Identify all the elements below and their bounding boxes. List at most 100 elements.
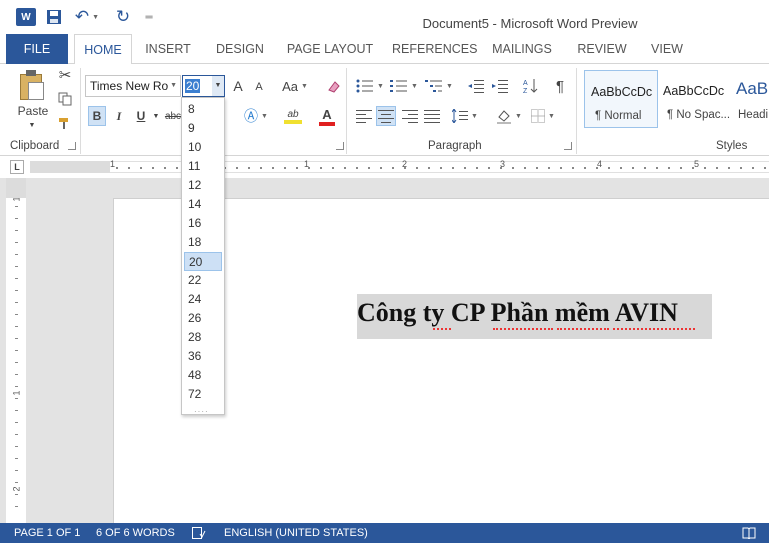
- cut-icon[interactable]: ✂: [56, 66, 74, 84]
- paste-button[interactable]: Paste: [16, 104, 50, 118]
- ruler-tick: [476, 167, 478, 169]
- font-size-option-selected[interactable]: 20: [184, 252, 222, 271]
- font-size-option[interactable]: 16: [184, 214, 222, 233]
- tab-view[interactable]: VIEW: [646, 34, 688, 64]
- page-count-status[interactable]: PAGE 1 OF 1: [14, 523, 80, 543]
- ruler-tick: [15, 242, 18, 243]
- clipboard-launcher-icon[interactable]: [68, 142, 76, 150]
- font-size-option[interactable]: 10: [184, 138, 222, 157]
- grow-font-button[interactable]: A: [230, 76, 246, 96]
- strikethrough-button[interactable]: abc: [164, 106, 182, 126]
- font-color-button[interactable]: A: [312, 106, 342, 126]
- ruler-tick: [560, 167, 562, 169]
- ruler-tick: [164, 167, 166, 169]
- ruler-tick: [344, 167, 346, 169]
- tab-design[interactable]: DESIGN: [212, 34, 268, 64]
- font-size-option[interactable]: 36: [184, 347, 222, 366]
- align-left-icon[interactable]: [354, 106, 374, 126]
- clear-formatting-icon[interactable]: [324, 76, 344, 96]
- paste-dropdown-icon[interactable]: ▼: [26, 120, 38, 130]
- spelling-squiggle: [557, 327, 609, 330]
- tab-page-layout[interactable]: PAGE LAYOUT: [284, 34, 376, 64]
- tab-selector-icon[interactable]: L: [10, 160, 24, 174]
- ruler-tick: [272, 167, 274, 169]
- font-size-option[interactable]: 18: [184, 233, 222, 252]
- bold-button[interactable]: B: [88, 106, 106, 126]
- font-size-option[interactable]: 8: [184, 100, 222, 119]
- proofing-icon[interactable]: [192, 523, 206, 543]
- align-right-icon[interactable]: [400, 106, 420, 126]
- multilevel-list-icon[interactable]: ▼: [424, 76, 454, 96]
- font-size-option[interactable]: 26: [184, 309, 222, 328]
- redo-icon[interactable]: ↻: [114, 7, 132, 26]
- font-size-combobox[interactable]: 20 ▼: [182, 75, 225, 97]
- style-heading[interactable]: AaB Headi: [730, 70, 769, 128]
- font-size-option[interactable]: 22: [184, 271, 222, 290]
- ruler-tick: [15, 422, 18, 423]
- justify-icon[interactable]: [422, 106, 442, 126]
- tab-file[interactable]: FILE: [6, 34, 68, 64]
- selected-text-highlight[interactable]: Công ty CP Phần mềm AVIN: [357, 294, 712, 339]
- tab-review[interactable]: REVIEW: [574, 34, 630, 64]
- style-normal[interactable]: AaBbCcDc ¶ Normal: [584, 70, 658, 128]
- font-launcher-icon[interactable]: [336, 142, 344, 150]
- save-icon[interactable]: [46, 8, 62, 26]
- numbering-icon[interactable]: ▼: [390, 76, 418, 96]
- tab-references[interactable]: REFERENCES: [392, 34, 477, 64]
- group-separator: [346, 68, 347, 154]
- ruler-tick: [15, 206, 18, 207]
- shading-icon[interactable]: ▼: [494, 106, 524, 126]
- language-status[interactable]: ENGLISH (UNITED STATES): [224, 523, 368, 543]
- tab-mailings[interactable]: MAILINGS: [488, 34, 556, 64]
- shrink-font-button[interactable]: A: [252, 78, 266, 96]
- font-name-combobox[interactable]: Times New Ro ▼: [85, 75, 181, 97]
- italic-button[interactable]: I: [110, 106, 128, 126]
- ruler-tick: [548, 167, 550, 169]
- customize-qat-icon[interactable]: ═: [144, 8, 154, 26]
- resize-grip-icon[interactable]: ····: [194, 407, 209, 416]
- paragraph-launcher-icon[interactable]: [564, 142, 572, 150]
- sort-icon[interactable]: AZ: [520, 76, 542, 96]
- change-case-button[interactable]: Aa ▼: [278, 76, 312, 96]
- line-spacing-icon[interactable]: ▼: [450, 106, 480, 126]
- font-size-option[interactable]: 12: [184, 176, 222, 195]
- tab-insert[interactable]: INSERT: [142, 34, 194, 64]
- read-mode-icon[interactable]: [742, 523, 756, 543]
- tab-home[interactable]: HOME: [74, 34, 132, 65]
- word-count-status[interactable]: 6 OF 6 WORDS: [96, 523, 175, 543]
- font-size-option[interactable]: 9: [184, 119, 222, 138]
- font-size-option[interactable]: 11: [184, 157, 222, 176]
- align-center-icon[interactable]: [376, 106, 396, 126]
- paste-icon[interactable]: [20, 70, 46, 100]
- highlight-color-button[interactable]: ab: [276, 106, 310, 126]
- underline-dropdown-icon[interactable]: ▼: [150, 106, 162, 126]
- horizontal-ruler[interactable]: L 1 1 2 3 4 5: [0, 156, 769, 178]
- text-effects-button[interactable]: Ⓐ ▼: [242, 106, 270, 126]
- vertical-ruler[interactable]: 1 1 2: [6, 178, 26, 523]
- ruler-tick: [632, 167, 634, 169]
- style-no-spacing[interactable]: AaBbCcDc ¶ No Spac...: [657, 70, 731, 128]
- ruler-tick: [464, 167, 466, 169]
- format-painter-icon[interactable]: [56, 114, 74, 132]
- underline-button[interactable]: U: [132, 106, 150, 126]
- decrease-indent-icon[interactable]: [466, 76, 486, 96]
- font-size-option[interactable]: 48: [184, 366, 222, 385]
- font-size-option[interactable]: 14: [184, 195, 222, 214]
- font-size-dropdown[interactable]: 8 9 10 11 12 14 16 18 20 22 24 26 28 36 …: [181, 97, 225, 416]
- font-size-option[interactable]: 72: [184, 385, 222, 404]
- ruler-tick: [440, 167, 442, 169]
- document-text[interactable]: Công ty CP Phần mềm AVIN: [357, 298, 678, 328]
- font-size-option[interactable]: 28: [184, 328, 222, 347]
- undo-icon[interactable]: ↶ ▼: [74, 7, 100, 26]
- ruler-tick: [356, 167, 358, 169]
- copy-icon[interactable]: [56, 90, 74, 108]
- ruler-tick: [428, 167, 430, 169]
- ruler-number: 3: [500, 159, 506, 169]
- font-size-option[interactable]: 24: [184, 290, 222, 309]
- borders-icon[interactable]: ▼: [528, 106, 558, 126]
- bullets-icon[interactable]: ▼: [356, 76, 384, 96]
- show-formatting-marks-icon[interactable]: ¶: [550, 76, 570, 96]
- ruler-tick: [15, 314, 18, 315]
- word-app-icon[interactable]: W: [16, 8, 36, 26]
- increase-indent-icon[interactable]: [490, 76, 510, 96]
